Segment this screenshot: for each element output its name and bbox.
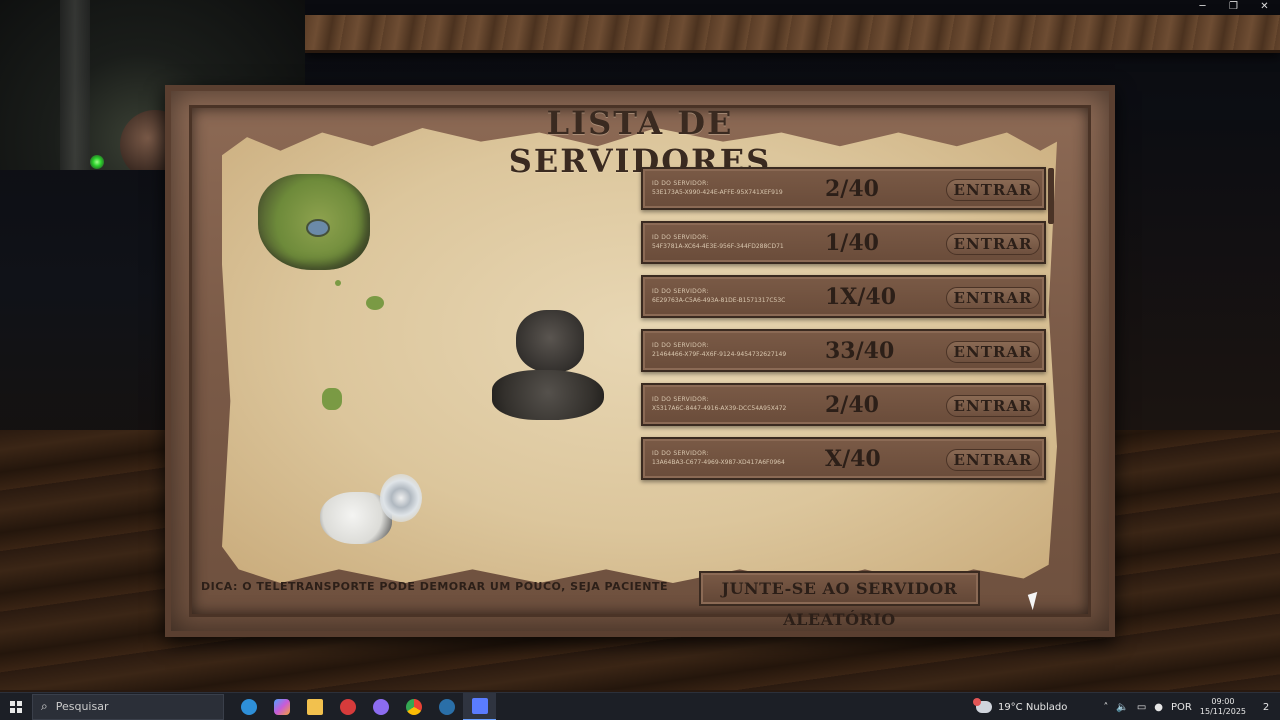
join-button[interactable]: ENTRAR — [946, 287, 1040, 309]
server-id-label: ID DO SERVIDOR: — [652, 450, 709, 457]
minimize-button[interactable]: ─ — [1187, 0, 1218, 15]
copilot-app[interactable] — [265, 693, 298, 720]
server-id: 21464466-X79F-4X6F-9124-9454732627149 — [652, 351, 787, 358]
discord-app[interactable] — [364, 693, 397, 720]
server-id-label: ID DO SERVIDOR: — [652, 234, 709, 241]
cloud-icon — [972, 698, 992, 713]
edge-icon — [240, 698, 257, 715]
discord-icon — [372, 698, 389, 715]
wooden-beam — [305, 15, 1280, 53]
server-list-scrollbar[interactable] — [1048, 168, 1054, 224]
rock-island — [492, 370, 604, 420]
chevron-up-icon[interactable]: ˄ — [1103, 702, 1108, 713]
folder-icon — [306, 698, 323, 715]
restore-button[interactable]: ❐ — [1218, 0, 1249, 15]
weather-widget[interactable]: 19°C Nublado — [972, 698, 1068, 713]
server-id-label: ID DO SERVIDOR: — [652, 396, 709, 403]
rock-island — [516, 310, 584, 372]
join-button[interactable]: ENTRAR — [946, 449, 1040, 471]
server-id: 13A64BA3-C677-4969-X987-XD417A6F0964 — [652, 459, 785, 466]
speaker-icon[interactable]: 🔈 — [1116, 702, 1128, 713]
small-island — [322, 388, 342, 410]
copilot-icon — [273, 698, 290, 715]
explorer-app[interactable] — [298, 693, 331, 720]
server-id: 53E173A5-X990-424E-AFFE-95X741XEF919 — [652, 189, 783, 196]
green-island — [258, 174, 370, 270]
window-controls: ─ ❐ ✕ — [1187, 0, 1280, 15]
join-button[interactable]: ENTRAR — [946, 179, 1040, 201]
player-count: X/40 — [825, 446, 881, 472]
mic-icon[interactable]: ● — [1154, 702, 1163, 713]
join-button[interactable]: ENTRAR — [946, 395, 1040, 417]
server-id: X5317A6C-8447-4916-AX39-DCC54A95X472 — [652, 405, 787, 412]
chrome-icon — [405, 698, 422, 715]
notification-count: 2 — [1262, 701, 1270, 713]
taskbar: ⌕ Pesquisar 19°C Nublado ˄ 🔈 ▭ ● POR 09:… — [0, 692, 1280, 720]
close-button[interactable]: ✕ — [1249, 0, 1280, 15]
tiny-island — [335, 280, 341, 286]
start-button[interactable] — [0, 693, 32, 720]
network-icon[interactable]: ▭ — [1137, 702, 1146, 713]
server-list: ID DO SERVIDOR: 53E173A5-X990-424E-AFFE-… — [641, 167, 1048, 491]
server-id: 54F3781A-XC64-4E3E-956F-344FD288CD71 — [652, 243, 784, 250]
search-icon: ⌕ — [41, 699, 48, 713]
system-tray: 19°C Nublado ˄ 🔈 ▭ ● POR 09:00 15/11/202… — [972, 693, 1280, 720]
webcam-green-light — [90, 155, 104, 169]
red-app[interactable] — [331, 693, 364, 720]
player-count: 1X/40 — [825, 284, 897, 310]
steam-icon — [438, 698, 455, 715]
server-row: ID DO SERVIDOR: 6E29763A-C5A6-493A-81DE-… — [641, 275, 1046, 318]
webcam-curtain — [60, 0, 90, 170]
server-row: ID DO SERVIDOR: 21464466-X79F-4X6F-9124-… — [641, 329, 1046, 372]
language-indicator[interactable]: POR — [1171, 702, 1192, 713]
clock-time: 09:00 — [1211, 697, 1235, 706]
taskbar-search[interactable]: ⌕ Pesquisar — [32, 693, 224, 720]
clock-date: 15/11/2025 — [1199, 707, 1246, 716]
tray-icons: ˄ 🔈 ▭ ● POR — [1103, 702, 1192, 713]
server-row: ID DO SERVIDOR: 54F3781A-XC64-4E3E-956F-… — [641, 221, 1046, 264]
player-count: 2/40 — [825, 392, 879, 418]
roblox-icon — [471, 697, 488, 714]
windows-icon — [10, 700, 22, 713]
join-random-server-button[interactable]: JUNTE-SE AO SERVIDOR ALEATÓRIO — [699, 571, 980, 629]
server-id-label: ID DO SERVIDOR: — [652, 288, 709, 295]
tip-text: DICA: O TELETRANSPORTE PODE DEMORAR UM P… — [201, 580, 669, 593]
app-icon — [339, 698, 356, 715]
island-pond — [306, 219, 330, 237]
server-id-label: ID DO SERVIDOR: — [652, 342, 709, 349]
player-count: 1/40 — [825, 230, 879, 256]
roblox-app[interactable] — [463, 692, 496, 720]
edge-app[interactable] — [232, 693, 265, 720]
server-id: 6E29763A-C5A6-493A-81DE-B1571317C53C — [652, 297, 786, 304]
notification-button[interactable]: 2 — [1256, 702, 1276, 713]
player-count: 2/40 — [825, 176, 879, 202]
search-input: Pesquisar — [55, 700, 109, 713]
server-row: ID DO SERVIDOR: X5317A6C-8447-4916-AX39-… — [641, 383, 1046, 426]
player-count: 33/40 — [825, 338, 895, 364]
weather-text: 19°C Nublado — [997, 701, 1068, 713]
steam-app[interactable] — [430, 693, 463, 720]
whirlpool — [380, 474, 422, 522]
server-id-label: ID DO SERVIDOR: — [652, 180, 709, 187]
chrome-app[interactable] — [397, 693, 430, 720]
server-row: ID DO SERVIDOR: 53E173A5-X990-424E-AFFE-… — [641, 167, 1046, 210]
dark-background — [1115, 120, 1280, 430]
clock[interactable]: 09:00 15/11/2025 — [1200, 697, 1246, 717]
join-button[interactable]: ENTRAR — [946, 341, 1040, 363]
small-island — [366, 296, 384, 310]
game-screen: ─ ❐ ✕ LISTA DE SERVIDORES ID DO SERVIDOR… — [0, 0, 1280, 720]
taskbar-apps — [232, 692, 496, 720]
server-row: ID DO SERVIDOR: 13A64BA3-C677-4969-X987-… — [641, 437, 1046, 480]
join-button[interactable]: ENTRAR — [946, 233, 1040, 255]
